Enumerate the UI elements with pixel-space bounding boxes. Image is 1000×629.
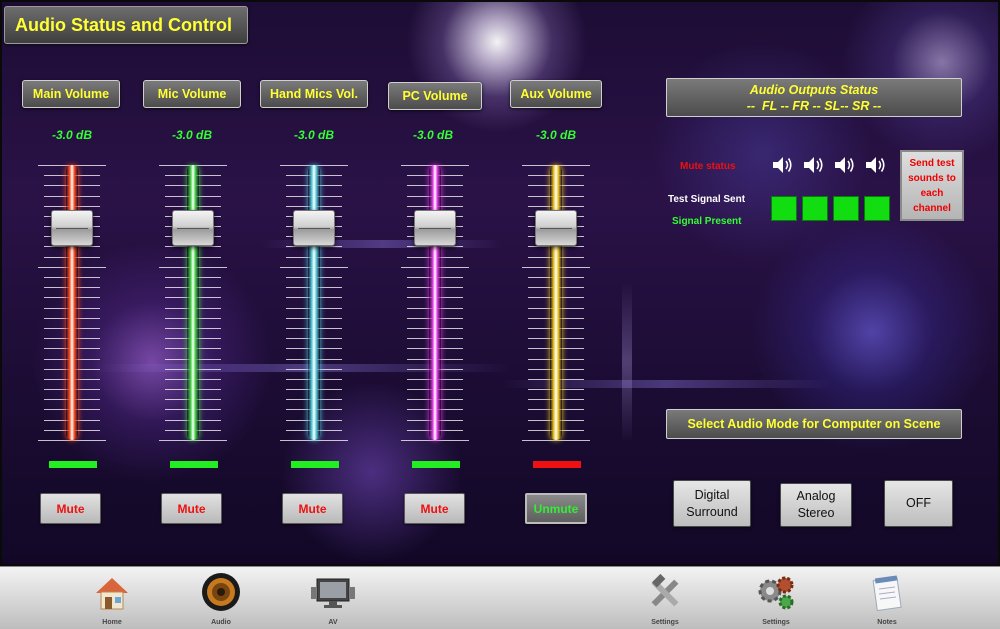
audio-control-screen: Audio Status and Control Main Volume Mic… [0,0,1000,566]
nav-notes[interactable]: Notes [852,567,922,629]
channel-label-hand-mics: Hand Mics Vol. [260,80,368,108]
mute-button-hand-mics[interactable]: Mute [282,493,343,524]
fader-tick [38,440,106,441]
mode-label-line1: Digital [694,487,730,502]
nav-settings-tools[interactable]: Settings [630,567,700,629]
fader-track [187,165,199,440]
unmute-button-aux[interactable]: Unmute [525,493,587,524]
audio-mode-title: Select Audio Mode for Computer on Scene [666,409,962,439]
test-signal-label: Test Signal Sent [668,194,746,205]
fader-tick [280,440,348,441]
level-indicator [49,461,97,468]
db-readout: -3.0 dB [293,128,334,142]
level-indicator [412,461,460,468]
db-readout: -3.0 dB [535,128,576,142]
nav-label: Settings [762,619,790,626]
fader-knob[interactable] [535,210,577,246]
mode-label-line1: Analog [796,489,836,503]
fader-track [308,165,320,440]
mode-label-line1: OFF [906,496,931,510]
mute-status-label: Mute status [680,161,736,172]
nav-home[interactable]: Home [77,567,147,629]
level-indicator [291,461,339,468]
channel-label-mic: Mic Volume [143,80,241,108]
fader-track [66,165,78,440]
audio-outputs-status: Audio Outputs Status -- FL -- FR -- SL--… [666,78,962,117]
channel-label-pc: PC Volume [388,82,482,110]
signal-present-label: Signal Present [672,216,742,227]
bottom-nav-bar: Home Audio AV Settings Settings Notes [0,566,1000,629]
outputs-channel-list: -- FL -- FR -- SL-- SR -- [746,99,882,113]
page-title: Audio Status and Control [4,6,248,44]
signal-indicator-sr [864,196,890,221]
nav-label: Settings [651,619,679,626]
db-readout: -3.0 dB [412,128,453,142]
db-readout: -3.0 dB [171,128,212,142]
signal-indicator-sl [833,196,859,221]
nav-label: Home [102,619,122,626]
nav-settings-gears[interactable]: Settings [741,567,811,629]
speaker-icon [202,573,240,611]
speaker-icon [771,155,795,175]
fader-tick [522,440,590,441]
nav-audio[interactable]: Audio [186,567,256,629]
outputs-status-title: Audio Outputs Status [749,83,879,97]
mute-button-pc[interactable]: Mute [404,493,465,524]
speaker-icon [802,155,826,175]
mute-button-main[interactable]: Mute [40,493,101,524]
tools-icon [651,573,679,607]
fader-tick [159,440,227,441]
db-readout: -3.0 dB [51,128,92,142]
off-button[interactable]: OFF [884,480,953,527]
mode-label-line2: Stereo [797,506,835,520]
mode-label-line2: Surround [686,504,738,519]
home-icon [96,578,128,610]
analog-stereo-button[interactable]: Analog Stereo [780,483,852,527]
digital-surround-button[interactable]: Digital Surround [673,480,751,527]
tv-icon [311,578,355,608]
signal-indicator-fr [802,196,828,221]
fader-track [550,165,562,440]
send-test-sounds-button[interactable]: Send test sounds to each channel [900,150,964,221]
fader-knob[interactable] [293,210,335,246]
speaker-icon [833,155,857,175]
level-indicator [533,461,581,468]
channel-label-aux: Aux Volume [510,80,602,108]
fader-tick [401,440,469,441]
gears-icon [758,576,794,610]
fader-knob[interactable] [172,210,214,246]
fader-track [429,165,441,440]
nav-label: Audio [211,619,231,626]
nav-label: Notes [877,619,897,626]
nav-label: AV [328,619,338,626]
notepad-icon [872,575,902,612]
background-streak [622,282,632,442]
nav-av[interactable]: AV [298,567,368,629]
level-indicator [170,461,218,468]
channel-label-main: Main Volume [22,80,120,108]
fader-knob[interactable] [51,210,93,246]
signal-indicator-fl [771,196,797,221]
fader-knob[interactable] [414,210,456,246]
mute-button-mic[interactable]: Mute [161,493,222,524]
speaker-icon [864,155,888,175]
